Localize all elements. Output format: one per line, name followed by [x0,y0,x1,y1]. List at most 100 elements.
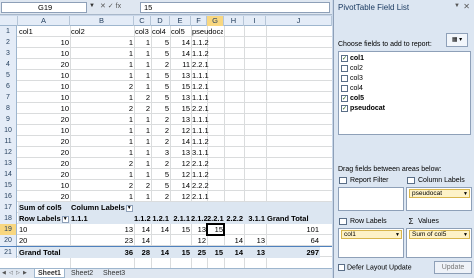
row-field-chip[interactable]: col1 ▼ [341,230,402,239]
cell[interactable]: 2.2.1 [191,59,223,70]
column-header-c[interactable]: C [134,16,151,26]
cell[interactable]: 5 [151,169,170,180]
cell[interactable]: 1.1.2 [191,37,223,48]
cell[interactable]: 1 [70,191,134,202]
field-col3[interactable]: col3 [341,74,363,84]
pivot-grand-total[interactable]: 297 [266,247,320,258]
cell[interactable]: 2.1.1 [191,191,223,202]
chevron-down-icon[interactable]: ▼ [395,231,400,239]
cell[interactable]: 2 [70,158,134,169]
cell[interactable]: 2.1.2 [191,158,223,169]
cell[interactable]: 12 [170,158,191,169]
pivot-col-header[interactable]: 2.1.1 [170,213,191,224]
pivot-col-header[interactable]: 2.1.2 [191,213,207,224]
cell[interactable]: 1 [134,114,151,125]
cell[interactable]: 20 [18,147,70,158]
pivot-value[interactable]: 23 [70,235,134,246]
row-number[interactable]: 14 [0,169,17,180]
cell[interactable]: 10 [18,103,70,114]
pivot-value[interactable]: 14 [224,235,244,246]
row-number[interactable]: 21 [0,247,17,258]
row-number[interactable]: 11 [0,136,17,147]
row-number[interactable]: 8 [0,103,17,114]
cell[interactable]: 1 [70,125,134,136]
cell[interactable]: 1 [134,125,151,136]
report-filter-area[interactable] [338,187,404,211]
pivot-col-header[interactable]: 1.2.1 [151,213,170,224]
pivot-data-field-label[interactable]: Sum of col5 [18,202,70,213]
pivot-col-header[interactable]: 1.1.2 [134,213,151,224]
row-number[interactable]: 17 [0,202,17,213]
cell[interactable]: 5 [151,48,170,59]
cell[interactable]: 5 [151,37,170,48]
row-number[interactable]: 9 [0,114,17,125]
row-number[interactable]: 16 [0,191,17,202]
cell[interactable]: col4 [151,26,170,37]
checkbox-icon[interactable]: ✓ [341,54,348,62]
row-labels-dropdown-icon[interactable]: ▼ [61,215,69,223]
cell[interactable]: 2 [151,114,170,125]
cell[interactable]: 1.1.2 [191,48,223,59]
pivot-value[interactable]: 14 [134,235,151,246]
cell[interactable]: 13 [170,147,191,158]
pivot-column-total[interactable]: 25 [191,247,207,258]
cell[interactable]: 1 [134,59,151,70]
cell[interactable]: 10 [18,70,70,81]
pivot-value[interactable] [170,235,191,246]
cell[interactable]: 14 [170,136,191,147]
cell[interactable]: 10 [18,180,70,191]
cell[interactable]: pseudocat [191,26,223,37]
column-field-chip[interactable]: pseudocat ▼ [409,189,470,198]
cell[interactable]: 1 [70,114,134,125]
field-layout-button[interactable]: ▦ ▾ [446,33,468,47]
field-col2[interactable]: col2 [341,64,363,74]
cell[interactable]: 20 [18,169,70,180]
cell[interactable]: 1.1.1 [191,125,223,136]
pivot-value[interactable] [244,224,266,235]
name-box-dropdown-icon[interactable]: ▼ [89,3,95,9]
cell[interactable]: 12 [170,125,191,136]
row-number[interactable]: 13 [0,158,17,169]
column-header-j[interactable]: J [266,16,332,26]
pane-options-icon[interactable]: ▼ [454,3,460,9]
pivot-column-labels[interactable]: Column Labels [71,203,125,212]
pivot-value[interactable]: 13 [70,224,134,235]
cell[interactable]: 1 [134,169,151,180]
pivot-column-total[interactable]: 15 [207,247,224,258]
cell[interactable]: 2 [70,103,134,114]
cell[interactable]: 20 [18,136,70,147]
cell[interactable]: col3 [134,26,151,37]
pivot-row-labels[interactable]: Row Labels [19,214,61,223]
checkbox-icon[interactable]: ✓ [341,104,348,112]
cell[interactable]: 5 [151,92,170,103]
cell[interactable]: 15 [170,81,191,92]
row-number[interactable]: 4 [0,59,17,70]
cell[interactable]: 1 [70,136,134,147]
spreadsheet-grid[interactable]: A B C D E F G H I J 1 col1 col2 col3 col4 col… [0,16,332,268]
cell[interactable]: 1 [70,59,134,70]
pivot-col-header[interactable]: 1.1.1 [70,213,134,224]
cell[interactable]: 1.1.1 [191,114,223,125]
values-field-chip[interactable]: Sum of col5 ▼ [409,230,470,239]
pivot-value[interactable]: 15 [170,224,191,235]
select-all-corner[interactable] [0,16,18,26]
column-header-i[interactable]: I [244,16,266,26]
pivot-column-total[interactable]: 14 [151,247,170,258]
cell[interactable]: col5 [170,26,191,37]
cell[interactable]: 10 [18,81,70,92]
cell[interactable]: 20 [18,158,70,169]
row-number[interactable]: 6 [0,81,17,92]
prev-sheet-icon[interactable]: ◁ [9,270,15,277]
cell[interactable]: 2 [151,136,170,147]
pivot-column-total[interactable]: 28 [134,247,151,258]
pivot-column-total[interactable]: 13 [244,247,266,258]
cell[interactable]: 5 [151,70,170,81]
pivot-column-total[interactable]: 36 [70,247,134,258]
formula-input[interactable]: 15 [140,2,330,13]
tab-sheet2[interactable]: Sheet2 [68,269,96,278]
column-labels-area[interactable]: pseudocat ▼ [406,187,472,211]
tab-sheet1[interactable]: Sheet1 [34,269,65,278]
field-col5[interactable]: ✓ col5 [341,94,364,104]
cell[interactable]: 2 [70,81,134,92]
cell[interactable]: 14 [170,48,191,59]
